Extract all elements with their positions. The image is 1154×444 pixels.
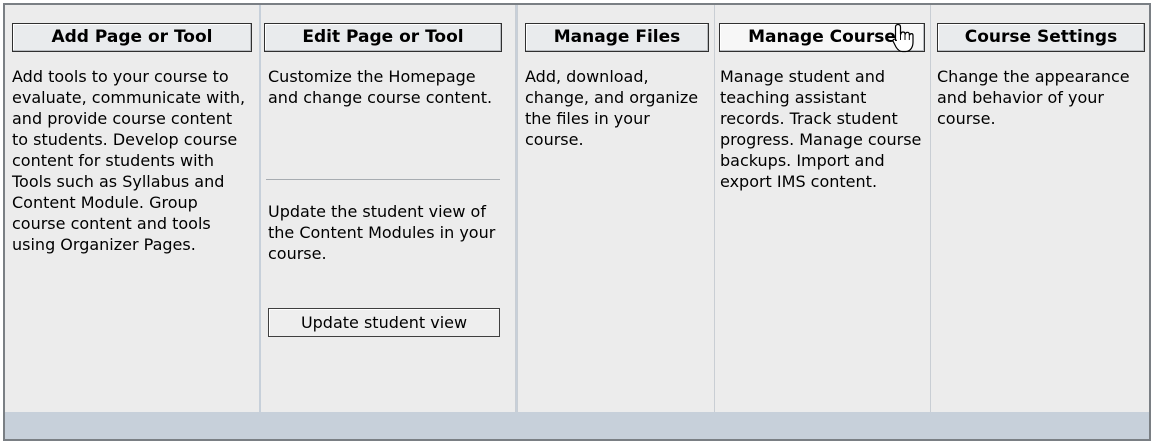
- panel-divider: [266, 179, 500, 180]
- edit-page-panel: Edit Page or Tool Customize the Homepage…: [261, 5, 516, 412]
- add-page-description: Add tools to your course to evaluate, co…: [12, 67, 246, 254]
- update-view-description: Update the student view of the Content M…: [268, 202, 496, 263]
- manage-course-panel: Manage Course Manage student and teachin…: [714, 5, 930, 412]
- add-page-panel: Add Page or Tool Add tools to your cours…: [5, 5, 259, 412]
- manage-files-button[interactable]: Manage Files: [525, 23, 709, 52]
- course-tools-panel: Add Page or Tool Add tools to your cours…: [3, 3, 1151, 441]
- course-settings-description: Change the appearance and behavior of yo…: [937, 67, 1130, 128]
- update-student-view-button[interactable]: Update student view: [268, 308, 500, 337]
- edit-page-description: Customize the Homepage and change course…: [268, 67, 493, 107]
- course-settings-button[interactable]: Course Settings: [937, 23, 1145, 52]
- manage-files-panel: Manage Files Add, download, change, and …: [517, 5, 714, 412]
- hand-pointer-icon: [892, 23, 914, 53]
- course-settings-panel: Course Settings Change the appearance an…: [930, 5, 1149, 412]
- add-page-or-tool-button[interactable]: Add Page or Tool: [12, 23, 252, 52]
- edit-page-or-tool-button[interactable]: Edit Page or Tool: [264, 23, 502, 52]
- manage-course-description: Manage student and teaching assistant re…: [720, 67, 922, 191]
- manage-files-description: Add, download, change, and organize the …: [525, 67, 699, 149]
